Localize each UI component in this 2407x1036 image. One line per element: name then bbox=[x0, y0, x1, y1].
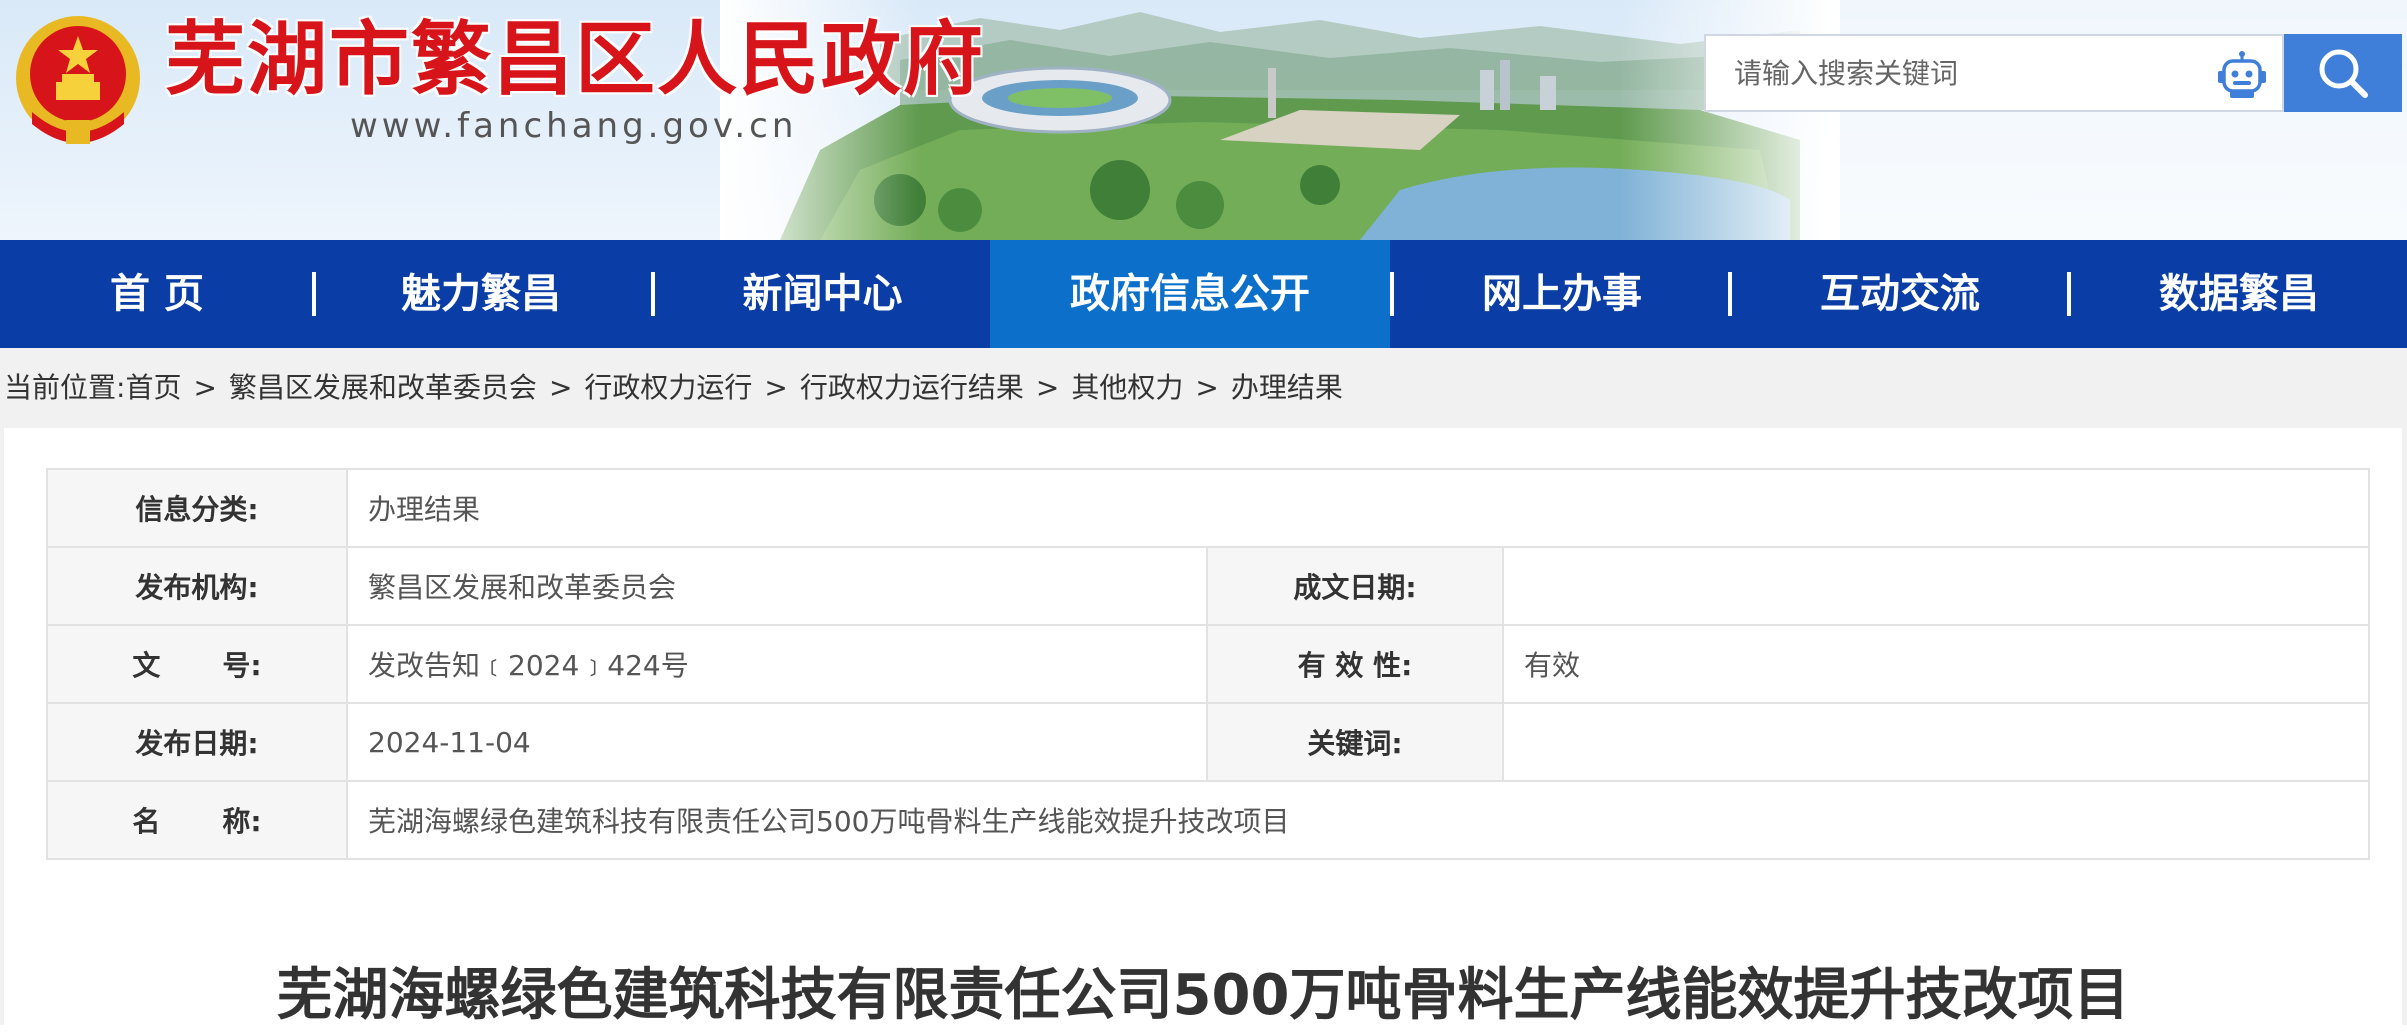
info-name-value: 芜湖海螺绿色建筑科技有限责任公司500万吨骨料生产线能效提升技改项目 bbox=[345, 780, 2371, 860]
breadcrumb-item-other-power[interactable]: 其他权力 bbox=[1071, 371, 1183, 404]
info-validity-label: 有 效 性: bbox=[1206, 624, 1504, 704]
nav-item-news[interactable]: 新闻中心 bbox=[655, 240, 990, 348]
breadcrumb-item-admin-power[interactable]: 行政权力运行 bbox=[584, 371, 752, 404]
info-category-value: 办理结果 bbox=[345, 468, 2371, 548]
info-publish-date-label: 发布日期: bbox=[46, 702, 348, 782]
nav-item-gov-info[interactable]: 政府信息公开 bbox=[990, 240, 1390, 348]
breadcrumb-separator: > bbox=[1195, 371, 1219, 404]
table-row: 文号: 发改告知﹝2024﹞424号 有 效 性: 有效 bbox=[46, 624, 2371, 704]
table-row: 发布日期: 2024-11-04 关键词: bbox=[46, 702, 2371, 782]
info-name-label: 名称: bbox=[46, 780, 348, 860]
info-doc-number-label: 文号: bbox=[46, 624, 348, 704]
robot-icon[interactable] bbox=[2216, 49, 2268, 101]
document-info-table: 信息分类: 办理结果 发布机构: 繁昌区发展和改革委员会 成文日期: 文号: 发… bbox=[46, 468, 2371, 860]
info-validity-value: 有效 bbox=[1501, 624, 2371, 704]
search-box bbox=[1704, 34, 2284, 112]
site-title: 芜湖市繁昌区人民政府 bbox=[165, 13, 985, 106]
breadcrumb: 当前位置:首页 > 繁昌区发展和改革委员会 > 行政权力运行 > 行政权力运行结果 > 其他权力… bbox=[4, 366, 1343, 410]
breadcrumb-separator: > bbox=[1035, 371, 1060, 404]
breadcrumb-item-drc[interactable]: 繁昌区发展和改革委员会 bbox=[229, 371, 537, 404]
info-publish-date-value: 2024-11-04 bbox=[346, 702, 1208, 782]
info-publisher-value: 繁昌区发展和改革委员会 bbox=[346, 546, 1208, 626]
nav-item-charm[interactable]: 魅力繁昌 bbox=[316, 240, 646, 348]
nav-item-home[interactable]: 首 页 bbox=[0, 240, 314, 348]
info-created-date-value bbox=[1501, 546, 2371, 626]
breadcrumb-separator: > bbox=[193, 371, 217, 404]
table-row: 信息分类: 办理结果 bbox=[46, 468, 2371, 548]
breadcrumb-bar: 当前位置:首页 > 繁昌区发展和改革委员会 > 行政权力运行 > 行政权力运行结果 > 其他权力… bbox=[0, 348, 2407, 428]
nav-item-interaction[interactable]: 互动交流 bbox=[1732, 240, 2068, 348]
nav-item-data[interactable]: 数据繁昌 bbox=[2071, 240, 2407, 348]
search-input[interactable] bbox=[1734, 48, 2204, 98]
table-row: 名称: 芜湖海螺绿色建筑科技有限责任公司500万吨骨料生产线能效提升技改项目 bbox=[46, 780, 2371, 860]
content-panel: 信息分类: 办理结果 发布机构: 繁昌区发展和改革委员会 成文日期: 文号: 发… bbox=[4, 428, 2402, 1028]
site-url: www.fanchang.gov.cn bbox=[350, 106, 798, 146]
search-button[interactable] bbox=[2284, 34, 2402, 112]
info-category-label: 信息分类: bbox=[46, 468, 348, 548]
content-area: 信息分类: 办理结果 发布机构: 繁昌区发展和改革委员会 成文日期: 文号: 发… bbox=[0, 428, 2407, 1028]
breadcrumb-item-handling-results[interactable]: 办理结果 bbox=[1231, 371, 1343, 404]
national-emblem-icon bbox=[16, 16, 140, 144]
table-row: 发布机构: 繁昌区发展和改革委员会 成文日期: bbox=[46, 546, 2371, 626]
breadcrumb-separator: > bbox=[764, 371, 788, 404]
breadcrumb-prefix: 当前位置: bbox=[4, 371, 126, 404]
search-icon bbox=[2319, 49, 2368, 98]
info-doc-number-value: 发改告知﹝2024﹞424号 bbox=[346, 624, 1208, 704]
info-keywords-value bbox=[1501, 702, 2371, 782]
breadcrumb-item-home[interactable]: 首页 bbox=[125, 371, 181, 404]
site-header: 芜湖市繁昌区人民政府 www.fanchang.gov.cn bbox=[0, 0, 2407, 240]
main-nav: 首 页 魅力繁昌 新闻中心 政府信息公开 网上办事 互动交流 数据繁昌 bbox=[0, 240, 2407, 348]
breadcrumb-separator: > bbox=[548, 371, 573, 404]
info-publisher-label: 发布机构: bbox=[46, 546, 348, 626]
nav-item-online-services[interactable]: 网上办事 bbox=[1394, 240, 1730, 348]
breadcrumb-item-admin-results[interactable]: 行政权力运行结果 bbox=[800, 371, 1024, 404]
info-created-date-label: 成文日期: bbox=[1206, 546, 1504, 626]
article-title: 芜湖海螺绿色建筑科技有限责任公司500万吨骨料生产线能效提升技改项目 bbox=[276, 963, 2130, 1028]
info-keywords-label: 关键词: bbox=[1206, 702, 1504, 782]
